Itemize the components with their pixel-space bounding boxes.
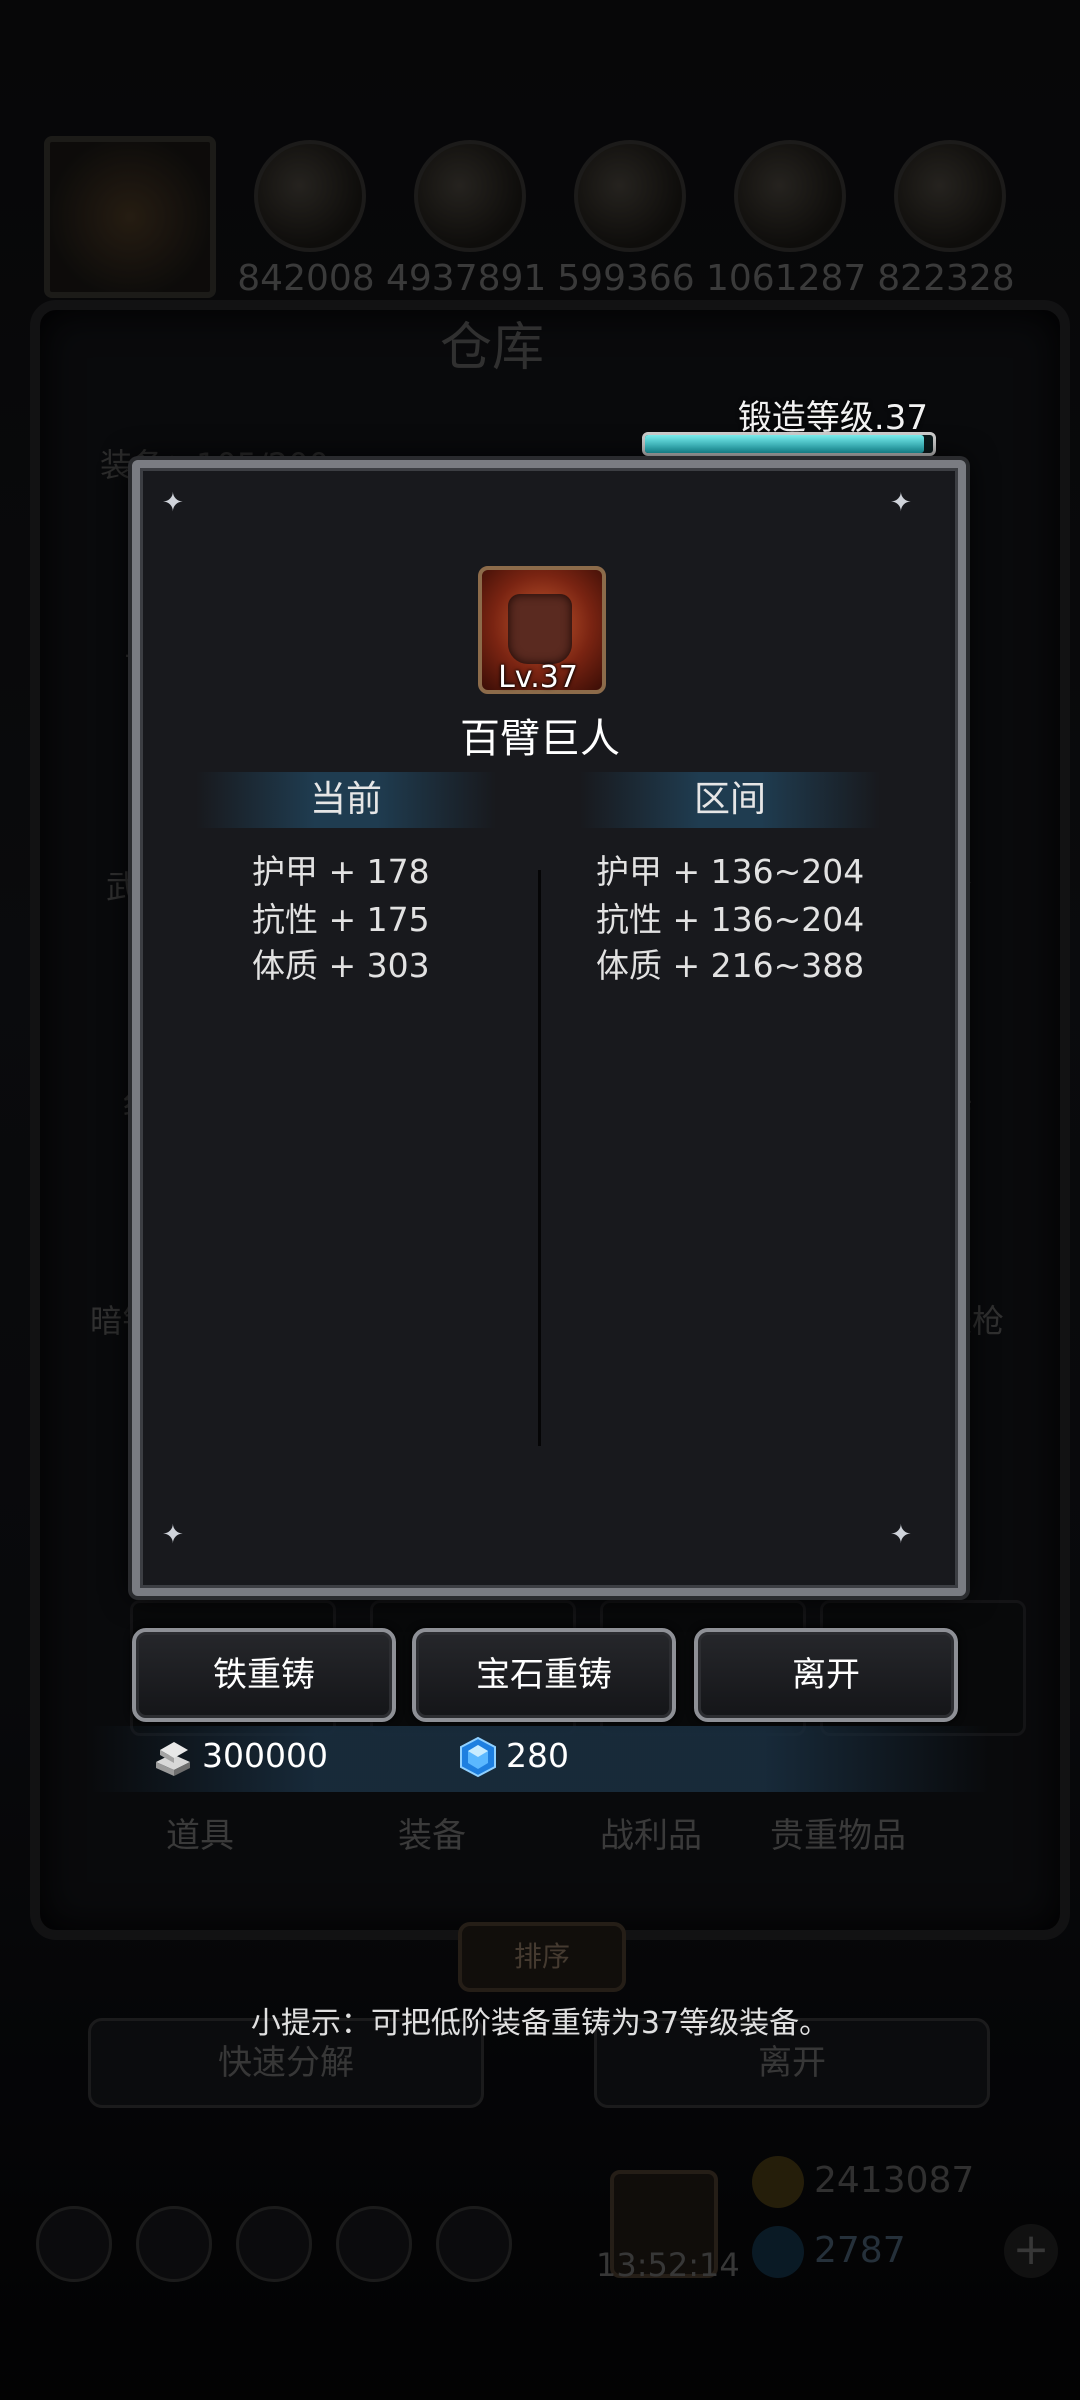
gem-cost: 280 — [506, 1736, 569, 1775]
iron-recast-button[interactable]: 铁重铸 — [132, 1628, 396, 1722]
current-header: 当前 — [196, 772, 496, 828]
item-level: Lv.37 — [498, 660, 578, 695]
current-stat: 抗性 + 175 — [252, 900, 430, 939]
iron-ingot-icon — [156, 1742, 190, 1776]
item-name: 百臂巨人 — [460, 716, 620, 762]
current-stat: 护甲 + 178 — [252, 852, 430, 891]
sparkle-icon: ✦ — [162, 488, 184, 518]
gem-recast-button[interactable]: 宝石重铸 — [412, 1628, 676, 1722]
forge-progress-bar — [642, 432, 936, 456]
current-stat: 体质 + 303 — [252, 946, 430, 985]
range-stat: 护甲 + 136~204 — [596, 852, 865, 891]
range-stat: 抗性 + 136~204 — [596, 900, 865, 939]
range-header: 区间 — [580, 772, 880, 828]
sparkle-icon: ✦ — [890, 1520, 912, 1550]
sparkle-icon: ✦ — [890, 488, 912, 518]
range-stat: 体质 + 216~388 — [596, 946, 865, 985]
tip-text: 小提示：可把低阶装备重铸为37等级装备。 — [250, 2006, 830, 2041]
iron-cost: 300000 — [202, 1736, 328, 1775]
column-divider — [538, 870, 541, 1446]
armor-icon — [508, 594, 572, 664]
leave-button[interactable]: 离开 — [694, 1628, 958, 1722]
blue-gem-icon — [460, 1736, 496, 1778]
sparkle-icon: ✦ — [162, 1520, 184, 1550]
forge-progress-fill — [645, 435, 925, 453]
